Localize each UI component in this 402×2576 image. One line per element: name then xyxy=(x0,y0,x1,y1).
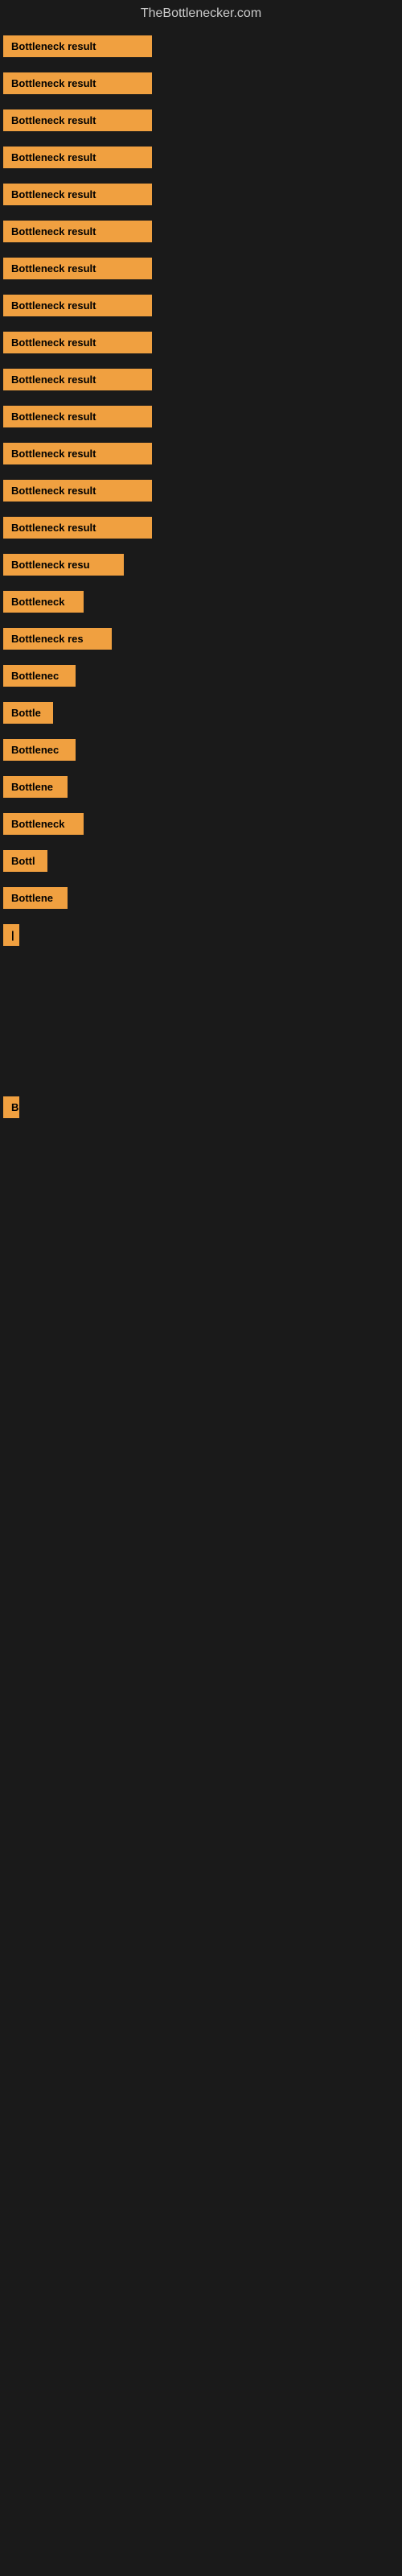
bar-row: Bottleneck result xyxy=(0,475,402,510)
bar-row: | xyxy=(0,919,402,955)
bottleneck-result-bar: Bottl xyxy=(3,850,47,872)
bottleneck-result-bar: Bottleneck result xyxy=(3,109,152,131)
bar-row: Bottleneck result xyxy=(0,142,402,177)
bar-row: Bottlene xyxy=(0,771,402,807)
bottleneck-result-bar: Bottleneck xyxy=(3,591,84,613)
bar-row: Bottleneck res xyxy=(0,623,402,658)
bottleneck-result-bar: | xyxy=(3,924,19,946)
bottleneck-result-bar: Bottleneck result xyxy=(3,369,152,390)
bottleneck-result-bar: Bottleneck result xyxy=(3,443,152,464)
bottleneck-result-bar: Bottleneck result xyxy=(3,332,152,353)
bottleneck-result-bar: Bottleneck result xyxy=(3,72,152,94)
bottleneck-result-bar: Bottleneck result xyxy=(3,221,152,242)
bar-row xyxy=(0,1024,402,1056)
bottleneck-result-bar: Bottle xyxy=(3,702,53,724)
bottleneck-result-bar: Bottlene xyxy=(3,887,68,909)
bar-row xyxy=(0,1298,402,1330)
bottleneck-result-bar: Bottleneck res xyxy=(3,628,112,650)
bar-row: Bottleneck result xyxy=(0,68,402,103)
bar-row: Bottlenec xyxy=(0,660,402,696)
bottleneck-result-bar: Bottlenec xyxy=(3,665,76,687)
bottleneck-result-bar: B xyxy=(3,1096,19,1118)
bar-row: Bottlenec xyxy=(0,734,402,770)
bar-row: Bottleneck result xyxy=(0,364,402,399)
bottleneck-result-bar: Bottleneck result xyxy=(3,517,152,539)
bottleneck-result-bar: Bottleneck result xyxy=(3,35,152,57)
bottleneck-result-bar: Bottleneck result xyxy=(3,258,152,279)
bottleneck-result-bar: Bottleneck result xyxy=(3,184,152,205)
bar-row: Bottl xyxy=(0,845,402,881)
bar-row xyxy=(0,1196,402,1228)
bar-row: Bottleneck result xyxy=(0,401,402,436)
bar-row xyxy=(0,1058,402,1090)
bar-row: Bottleneck result xyxy=(0,179,402,214)
bottleneck-result-bar: Bottleneck result xyxy=(3,406,152,427)
bar-row: Bottleneck result xyxy=(0,216,402,251)
bar-row xyxy=(0,990,402,1022)
bar-row: Bottle xyxy=(0,697,402,733)
bar-row xyxy=(0,1162,402,1195)
bottleneck-result-bar: Bottleneck resu xyxy=(3,554,124,576)
bar-row: Bottleneck result xyxy=(0,327,402,362)
bar-row: Bottlene xyxy=(0,882,402,918)
bottleneck-result-bar: Bottleneck result xyxy=(3,295,152,316)
bar-row xyxy=(0,956,402,989)
bar-row xyxy=(0,1264,402,1296)
bar-row: Bottleneck result xyxy=(0,105,402,140)
bottleneck-result-bar: Bottleneck result xyxy=(3,147,152,168)
site-title: TheBottlenecker.com xyxy=(0,0,402,31)
bar-row xyxy=(0,1230,402,1262)
bar-row xyxy=(0,1129,402,1161)
bar-row: Bottleneck result xyxy=(0,438,402,473)
bottleneck-result-bar: Bottleneck result xyxy=(3,480,152,502)
bar-row: Bottleneck result xyxy=(0,512,402,547)
bar-row: B xyxy=(0,1092,402,1127)
bar-row: Bottleneck xyxy=(0,586,402,621)
bars-container: Bottleneck result Bottleneck result Bottle… xyxy=(0,31,402,1330)
bottleneck-result-bar: Bottlenec xyxy=(3,739,76,761)
bottleneck-result-bar: Bottlene xyxy=(3,776,68,798)
bottleneck-result-bar: Bottleneck xyxy=(3,813,84,835)
bar-row: Bottleneck result xyxy=(0,31,402,66)
bar-row: Bottleneck xyxy=(0,808,402,844)
bar-row: Bottleneck resu xyxy=(0,549,402,584)
bar-row: Bottleneck result xyxy=(0,253,402,288)
bar-row: Bottleneck result xyxy=(0,290,402,325)
